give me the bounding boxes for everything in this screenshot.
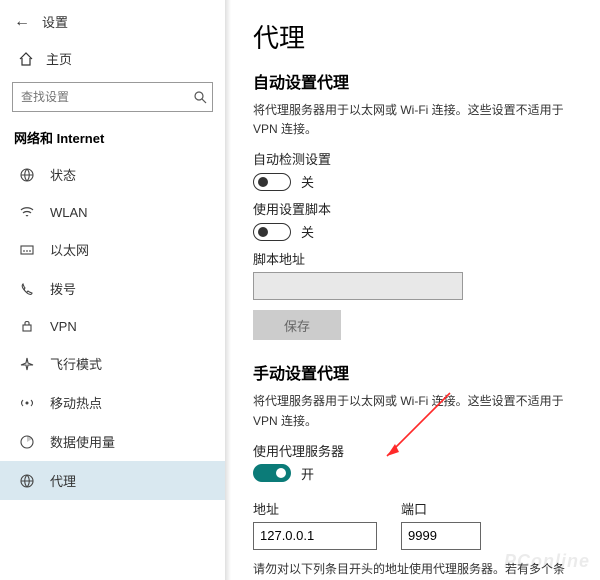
detect-toggle[interactable] bbox=[253, 173, 291, 191]
sidebar-item-hotspot[interactable]: 移动热点 bbox=[0, 383, 225, 422]
sidebar-item-home[interactable]: 主页 bbox=[0, 41, 225, 76]
search-input[interactable] bbox=[12, 82, 213, 112]
sidebar-item-label: 代理 bbox=[50, 471, 76, 490]
content: 代理 自动设置代理 将代理服务器用于以太网或 Wi-Fi 连接。这些设置不适用于… bbox=[225, 0, 600, 580]
detect-label: 自动检测设置 bbox=[253, 149, 574, 168]
page-title: 代理 bbox=[253, 18, 574, 55]
script-label: 使用设置脚本 bbox=[253, 199, 574, 218]
sidebar-item-label: 拨号 bbox=[50, 279, 76, 298]
back-icon[interactable]: ← bbox=[12, 13, 32, 31]
globe-icon bbox=[18, 167, 36, 183]
sidebar-item-airplane[interactable]: 飞行模式 bbox=[0, 344, 225, 383]
home-label: 主页 bbox=[46, 49, 72, 68]
port-input[interactable] bbox=[401, 522, 481, 550]
sidebar-item-datausage[interactable]: 数据使用量 bbox=[0, 422, 225, 461]
airplane-icon bbox=[18, 356, 36, 372]
proxy-icon bbox=[18, 473, 36, 489]
use-proxy-toggle[interactable] bbox=[253, 464, 291, 482]
hotspot-icon bbox=[18, 395, 36, 411]
sidebar-item-proxy[interactable]: 代理 bbox=[0, 461, 225, 500]
script-addr-input[interactable] bbox=[253, 272, 463, 300]
auto-heading: 自动设置代理 bbox=[253, 69, 574, 93]
save-button[interactable]: 保存 bbox=[253, 310, 341, 340]
sidebar-item-vpn[interactable]: VPN bbox=[0, 308, 225, 344]
sidebar-item-label: 移动热点 bbox=[50, 393, 102, 412]
manual-desc: 将代理服务器用于以太网或 Wi-Fi 连接。这些设置不适用于 VPN 连接。 bbox=[253, 392, 574, 430]
sidebar-item-label: WLAN bbox=[50, 205, 88, 220]
sidebar-item-label: VPN bbox=[50, 319, 77, 334]
sidebar: ← 设置 主页 网络和 Internet 状态 WLAN bbox=[0, 0, 225, 580]
sidebar-item-wlan[interactable]: WLAN bbox=[0, 194, 225, 230]
settings-title: 设置 bbox=[42, 12, 68, 31]
detect-state: 关 bbox=[301, 172, 314, 191]
sidebar-item-label: 状态 bbox=[50, 165, 76, 184]
script-state: 关 bbox=[301, 222, 314, 241]
vpn-icon bbox=[18, 318, 36, 334]
addr-input[interactable] bbox=[253, 522, 377, 550]
except-desc: 请勿对以下列条目开头的地址使用代理服务器。若有多个条目，请使用英文分号 (;) … bbox=[253, 560, 574, 580]
addr-label: 地址 bbox=[253, 499, 377, 518]
use-proxy-label: 使用代理服务器 bbox=[253, 441, 574, 460]
port-label: 端口 bbox=[401, 499, 481, 518]
manual-heading: 手动设置代理 bbox=[253, 360, 574, 384]
home-icon bbox=[18, 51, 34, 67]
script-addr-label: 脚本地址 bbox=[253, 249, 574, 268]
script-toggle[interactable] bbox=[253, 223, 291, 241]
sidebar-item-ethernet[interactable]: 以太网 bbox=[0, 230, 225, 269]
auto-desc: 将代理服务器用于以太网或 Wi-Fi 连接。这些设置不适用于 VPN 连接。 bbox=[253, 101, 574, 139]
wifi-icon bbox=[18, 204, 36, 220]
sidebar-item-status[interactable]: 状态 bbox=[0, 155, 225, 194]
sidebar-item-dialup[interactable]: 拨号 bbox=[0, 269, 225, 308]
section-label: 网络和 Internet bbox=[0, 122, 225, 155]
ethernet-icon bbox=[18, 242, 36, 258]
use-proxy-state: 开 bbox=[301, 464, 314, 483]
phone-icon bbox=[18, 281, 36, 297]
sidebar-item-label: 飞行模式 bbox=[50, 354, 102, 373]
sidebar-item-label: 以太网 bbox=[50, 240, 89, 259]
sidebar-item-label: 数据使用量 bbox=[50, 432, 115, 451]
data-icon bbox=[18, 434, 36, 450]
